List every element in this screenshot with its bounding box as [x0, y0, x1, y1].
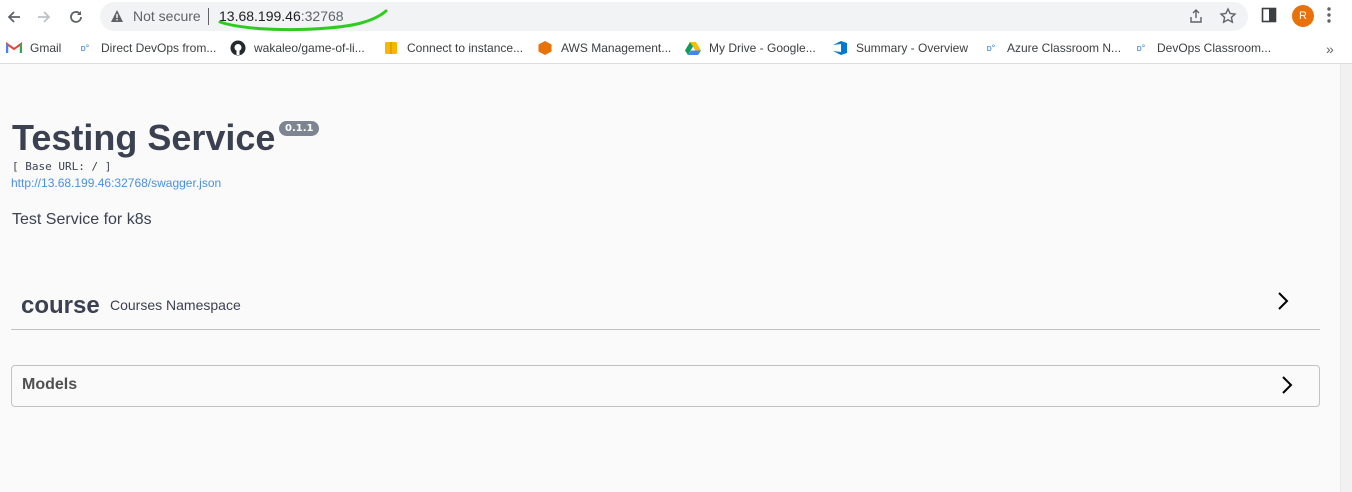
bookmark-label: DevOps Classroom... [1157, 41, 1272, 55]
back-button[interactable] [1, 4, 27, 30]
swagger-json-link[interactable]: http://13.68.199.46:32768/swagger.json [11, 176, 221, 190]
bookmark-gmail[interactable]: Gmail [6, 39, 61, 57]
azure-devops-icon [832, 40, 848, 56]
devops-icon: ᴅ° [80, 43, 90, 53]
bookmark-label: My Drive - Google... [709, 41, 816, 55]
bookmark-connect-instance[interactable]: Connect to instance... [383, 39, 523, 57]
bookmark-label: Azure Classroom N... [1007, 41, 1122, 55]
bookmark-azure-classroom[interactable]: ᴅ° Azure Classroom N... [983, 39, 1121, 57]
service-description: Test Service for k8s [12, 211, 152, 228]
models-title: Models [22, 376, 78, 393]
chevron-right-icon[interactable] [1280, 375, 1294, 395]
bookmark-label: Direct DevOps from... [101, 41, 217, 55]
browser-menu-icon[interactable] [1326, 6, 1332, 24]
warning-icon [111, 10, 123, 22]
bookmark-devops-classroom[interactable]: ᴅ° DevOps Classroom... [1133, 39, 1271, 57]
bookmark-github[interactable]: wakaleo/game-of-li... [230, 39, 365, 57]
swagger-page: Testing Service 0.1.1 [ Base URL: / ] ht… [0, 64, 1340, 492]
bookmark-summary-overview[interactable]: Summary - Overview [832, 39, 968, 57]
bookmark-label: AWS Management... [561, 41, 672, 55]
bookmark-label: wakaleo/game-of-li... [254, 41, 365, 55]
devops-icon: ᴅ° [986, 43, 996, 53]
forward-button[interactable] [31, 4, 57, 30]
devops-icon: ᴅ° [1136, 43, 1146, 53]
page-title: Testing Service [12, 117, 276, 158]
bookmark-my-drive[interactable]: My Drive - Google... [685, 39, 816, 57]
bookmark-star-icon[interactable] [1219, 7, 1237, 25]
green-underline-annotation [218, 9, 388, 32]
drive-icon [685, 40, 701, 56]
bookmarks-bar: Gmail ᴅ° Direct DevOps from... wakaleo/g… [0, 33, 1352, 64]
github-icon [230, 40, 246, 56]
bookmark-label: Connect to instance... [407, 41, 524, 55]
forward-arrow-icon [38, 11, 51, 23]
cube-icon [383, 40, 399, 56]
side-panel-icon[interactable] [1261, 7, 1277, 23]
address-bar[interactable]: Not secure 13.68.199.46:32768 [100, 2, 1248, 32]
bookmark-label: Summary - Overview [856, 41, 969, 55]
bookmark-direct-devops[interactable]: ᴅ° Direct DevOps from... [77, 39, 217, 57]
bookmark-label: Gmail [30, 41, 62, 55]
tag-description: Courses Namespace [110, 297, 241, 313]
version-badge: 0.1.1 [279, 121, 320, 136]
profile-avatar[interactable]: R [1292, 5, 1314, 27]
more-bookmarks-icon[interactable]: » [1326, 41, 1334, 57]
reload-icon [70, 11, 82, 23]
reload-button[interactable] [63, 4, 89, 30]
browser-toolbar: Not secure 13.68.199.46:32768 R [0, 0, 1352, 33]
chevron-right-icon[interactable] [1276, 291, 1290, 311]
tag-name: course [21, 292, 100, 319]
page-scrollbar[interactable] [1340, 64, 1352, 492]
bookmark-aws[interactable]: AWS Management... [537, 39, 671, 57]
base-url: [ Base URL: / ] [12, 160, 112, 173]
aws-icon [537, 40, 553, 56]
course-tag-section[interactable]: course Courses Namespace [11, 278, 1320, 330]
models-section[interactable]: Models [11, 365, 1320, 407]
share-icon[interactable] [1188, 8, 1204, 24]
gmail-icon [6, 40, 22, 56]
omnibox-divider [208, 8, 209, 25]
back-arrow-icon [7, 11, 20, 23]
security-label[interactable]: Not secure [133, 8, 201, 24]
